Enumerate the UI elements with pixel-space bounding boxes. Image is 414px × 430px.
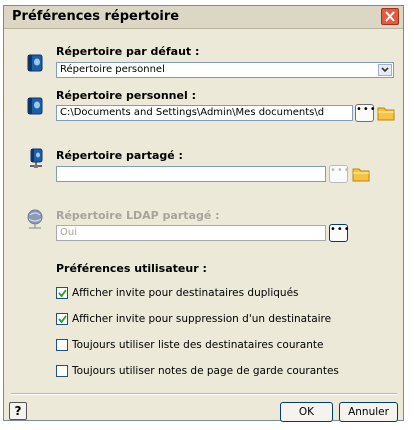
- network-globe-icon: [27, 209, 43, 229]
- network-book-icon: [30, 148, 43, 168]
- dialog-title: Préférences répertoire: [12, 9, 180, 24]
- chevron-down-icon: [381, 67, 389, 73]
- ldap-browse-button[interactable]: •••: [329, 224, 350, 242]
- folder-icon[interactable]: [351, 165, 371, 183]
- option-label: Toujours utiliser notes de page de garde…: [72, 365, 339, 377]
- default-directory-value: Répertoire personnel: [60, 64, 165, 75]
- title-bar: Préférences répertoire: [4, 6, 403, 29]
- option-current-cover-notes[interactable]: Toujours utiliser notes de page de garde…: [56, 365, 339, 377]
- folder-icon[interactable]: [376, 104, 396, 122]
- user-preferences-heading: Préférences utilisateur :: [56, 262, 207, 275]
- option-current-recipient-list[interactable]: Toujours utiliser liste des destinataire…: [56, 339, 323, 351]
- shared-browse-button[interactable]: •••: [329, 165, 350, 183]
- book-icon: [27, 97, 43, 115]
- help-button[interactable]: ?: [9, 402, 27, 420]
- ldap-directory-label: Répertoire LDAP partagé :: [56, 209, 220, 222]
- cancel-button[interactable]: Annuler: [339, 402, 398, 422]
- separator: [11, 393, 397, 395]
- close-icon: [385, 11, 395, 22]
- book-icon: [27, 54, 43, 72]
- shared-directory-input[interactable]: [56, 166, 326, 182]
- option-label: Toujours utiliser liste des destinataire…: [72, 339, 324, 351]
- checkbox-unchecked[interactable]: [56, 339, 68, 351]
- shared-directory-label: Répertoire partagé :: [56, 149, 183, 162]
- personal-directory-label: Répertoire personnel :: [56, 89, 196, 102]
- preferences-dialog: Préférences répertoire Répertoire par dé…: [3, 5, 404, 422]
- ldap-directory-input: Oui: [56, 225, 326, 241]
- checkmark-icon: [58, 315, 67, 324]
- dropdown-button[interactable]: [378, 64, 392, 76]
- checkbox-checked[interactable]: [56, 313, 68, 325]
- checkbox-checked[interactable]: [56, 287, 68, 299]
- personal-directory-input[interactable]: C:\Documents and Settings\Admin\Mes docu…: [56, 105, 353, 121]
- option-label: Afficher invite pour destinataires dupli…: [72, 287, 299, 299]
- default-directory-select[interactable]: Répertoire personnel: [56, 62, 394, 78]
- checkmark-icon: [58, 289, 67, 298]
- checkbox-unchecked[interactable]: [56, 365, 68, 377]
- option-duplicate-prompt[interactable]: Afficher invite pour destinataires dupli…: [56, 287, 299, 299]
- personal-browse-button[interactable]: •••: [355, 104, 376, 122]
- ok-button[interactable]: OK: [280, 402, 333, 422]
- option-delete-prompt[interactable]: Afficher invite pour suppression d'un de…: [56, 313, 331, 325]
- option-label: Afficher invite pour suppression d'un de…: [72, 313, 332, 325]
- close-button[interactable]: [381, 8, 399, 25]
- default-directory-label: Répertoire par défaut :: [56, 45, 200, 58]
